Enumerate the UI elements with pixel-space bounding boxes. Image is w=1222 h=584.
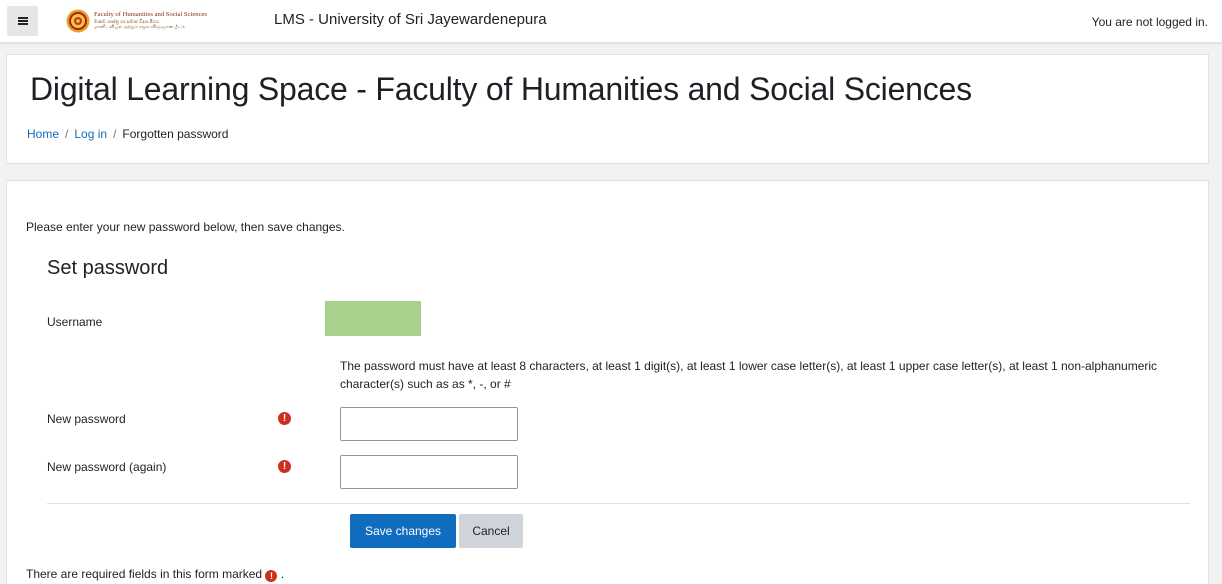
hamburger-icon bbox=[17, 17, 28, 25]
password-rules-text: The password must have at least 8 charac… bbox=[340, 359, 1158, 391]
side-drawer-toggle-button[interactable] bbox=[7, 6, 38, 36]
new-password-input[interactable] bbox=[340, 407, 518, 441]
form-divider bbox=[47, 503, 1190, 504]
required-note-text: There are required fields in this form m… bbox=[26, 567, 263, 581]
set-password-card: Please enter your new password below, th… bbox=[6, 180, 1209, 584]
username-value-redacted bbox=[325, 301, 421, 336]
breadcrumb-separator: / bbox=[65, 127, 69, 141]
top-navbar: Faculty of Humanities and Social Science… bbox=[0, 0, 1222, 43]
breadcrumb-login-link[interactable]: Log in bbox=[74, 127, 107, 141]
faculty-logo[interactable]: Faculty of Humanities and Social Science… bbox=[66, 5, 260, 37]
page-title: Digital Learning Space - Faculty of Huma… bbox=[30, 71, 972, 107]
site-name-link[interactable]: LMS - University of Sri Jayewardenepura bbox=[274, 11, 547, 28]
instructions-text: Please enter your new password below, th… bbox=[26, 220, 345, 234]
required-icon: ! bbox=[278, 460, 291, 473]
university-seal-icon bbox=[66, 9, 90, 33]
login-status-text: You are not logged in. bbox=[1091, 15, 1208, 29]
new-password-again-input[interactable] bbox=[340, 455, 518, 489]
required-icon: ! bbox=[265, 570, 278, 582]
set-password-legend: Set password bbox=[47, 257, 169, 279]
new-password-again-label: New password (again) bbox=[47, 460, 167, 474]
required-note-period: . bbox=[280, 567, 285, 581]
cancel-button[interactable]: Cancel bbox=[459, 514, 523, 548]
logo-faculty-name-english: Faculty of Humanities and Social Science… bbox=[94, 11, 207, 19]
breadcrumb-current-page: Forgotten password bbox=[122, 127, 229, 141]
breadcrumb-home-link[interactable]: Home bbox=[27, 127, 59, 141]
page-header: Digital Learning Space - Faculty of Huma… bbox=[6, 54, 1209, 164]
username-label: Username bbox=[47, 315, 103, 329]
save-changes-button[interactable]: Save changes bbox=[350, 514, 456, 548]
breadcrumb-separator: / bbox=[113, 127, 117, 141]
required-icon: ! bbox=[278, 412, 291, 425]
new-password-label: New password bbox=[47, 412, 126, 426]
logo-faculty-name-tamil: மானிடவியல் மற்றும் சமூக விஞ்ஞான பீடம் bbox=[94, 24, 185, 30]
breadcrumb: Home / Log in / Forgotten password bbox=[27, 127, 228, 141]
required-fields-note: There are required fields in this form m… bbox=[26, 567, 284, 582]
